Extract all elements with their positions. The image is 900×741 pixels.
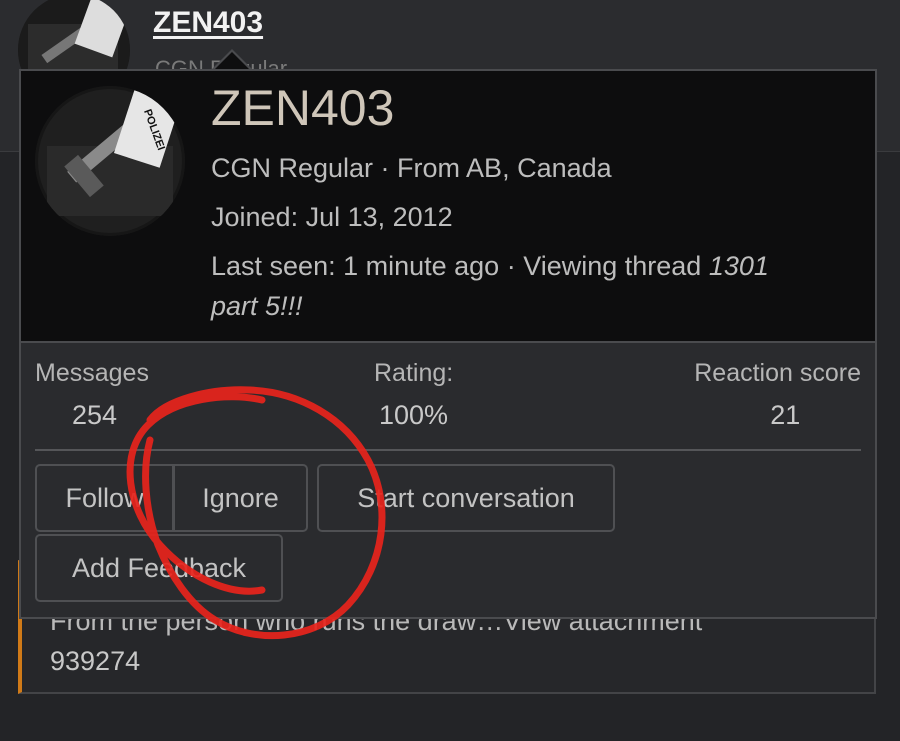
stat-value[interactable]: 100% (374, 400, 453, 431)
add-feedback-button[interactable]: Add Feedback (35, 534, 283, 602)
member-tooltip: POLIZEI ZEN403 CGN Regular · From AB, Ca… (19, 69, 877, 619)
member-stats: Messages 254 Rating: 100% Reaction score… (35, 359, 861, 451)
member-joined-date: Joined: Jul 13, 2012 (211, 202, 453, 232)
member-title-location: CGN Regular · From AB, Canada (211, 153, 612, 183)
member-username[interactable]: ZEN403 (211, 79, 394, 137)
viewing-thread-link-cont[interactable]: part 5!!! (211, 291, 303, 321)
follow-button[interactable]: Follow (35, 464, 174, 532)
stat-value: 21 (770, 400, 801, 430)
stat-reaction-score: Reaction score 21 (694, 359, 861, 431)
start-conversation-button[interactable]: Start conversation (317, 464, 615, 532)
stat-messages: Messages 254 (35, 359, 149, 431)
member-last-seen-cont: part 5!!! (211, 291, 303, 322)
ignore-button[interactable]: Ignore (173, 464, 308, 532)
header-username-link[interactable]: ZEN403 (153, 6, 263, 40)
stat-label: Messages (35, 359, 149, 387)
member-last-seen: Last seen: 1 minute ago · Viewing thread… (211, 251, 769, 281)
stat-label: Reaction score (694, 359, 861, 387)
member-avatar[interactable]: POLIZEI (35, 86, 185, 236)
avatar-image: POLIZEI (35, 86, 185, 236)
member-tooltip-header: POLIZEI ZEN403 CGN Regular · From AB, Ca… (21, 71, 875, 343)
page: ZEN403 CGN Regular From the person who r… (0, 0, 900, 741)
post-preview-attachment-id: 939274 (50, 646, 141, 676)
stat-label: Rating: (374, 359, 454, 387)
stat-rating: Rating: 100% (374, 359, 453, 431)
stat-value[interactable]: 254 (35, 400, 149, 431)
viewing-thread-link[interactable]: 1301 (709, 251, 769, 281)
